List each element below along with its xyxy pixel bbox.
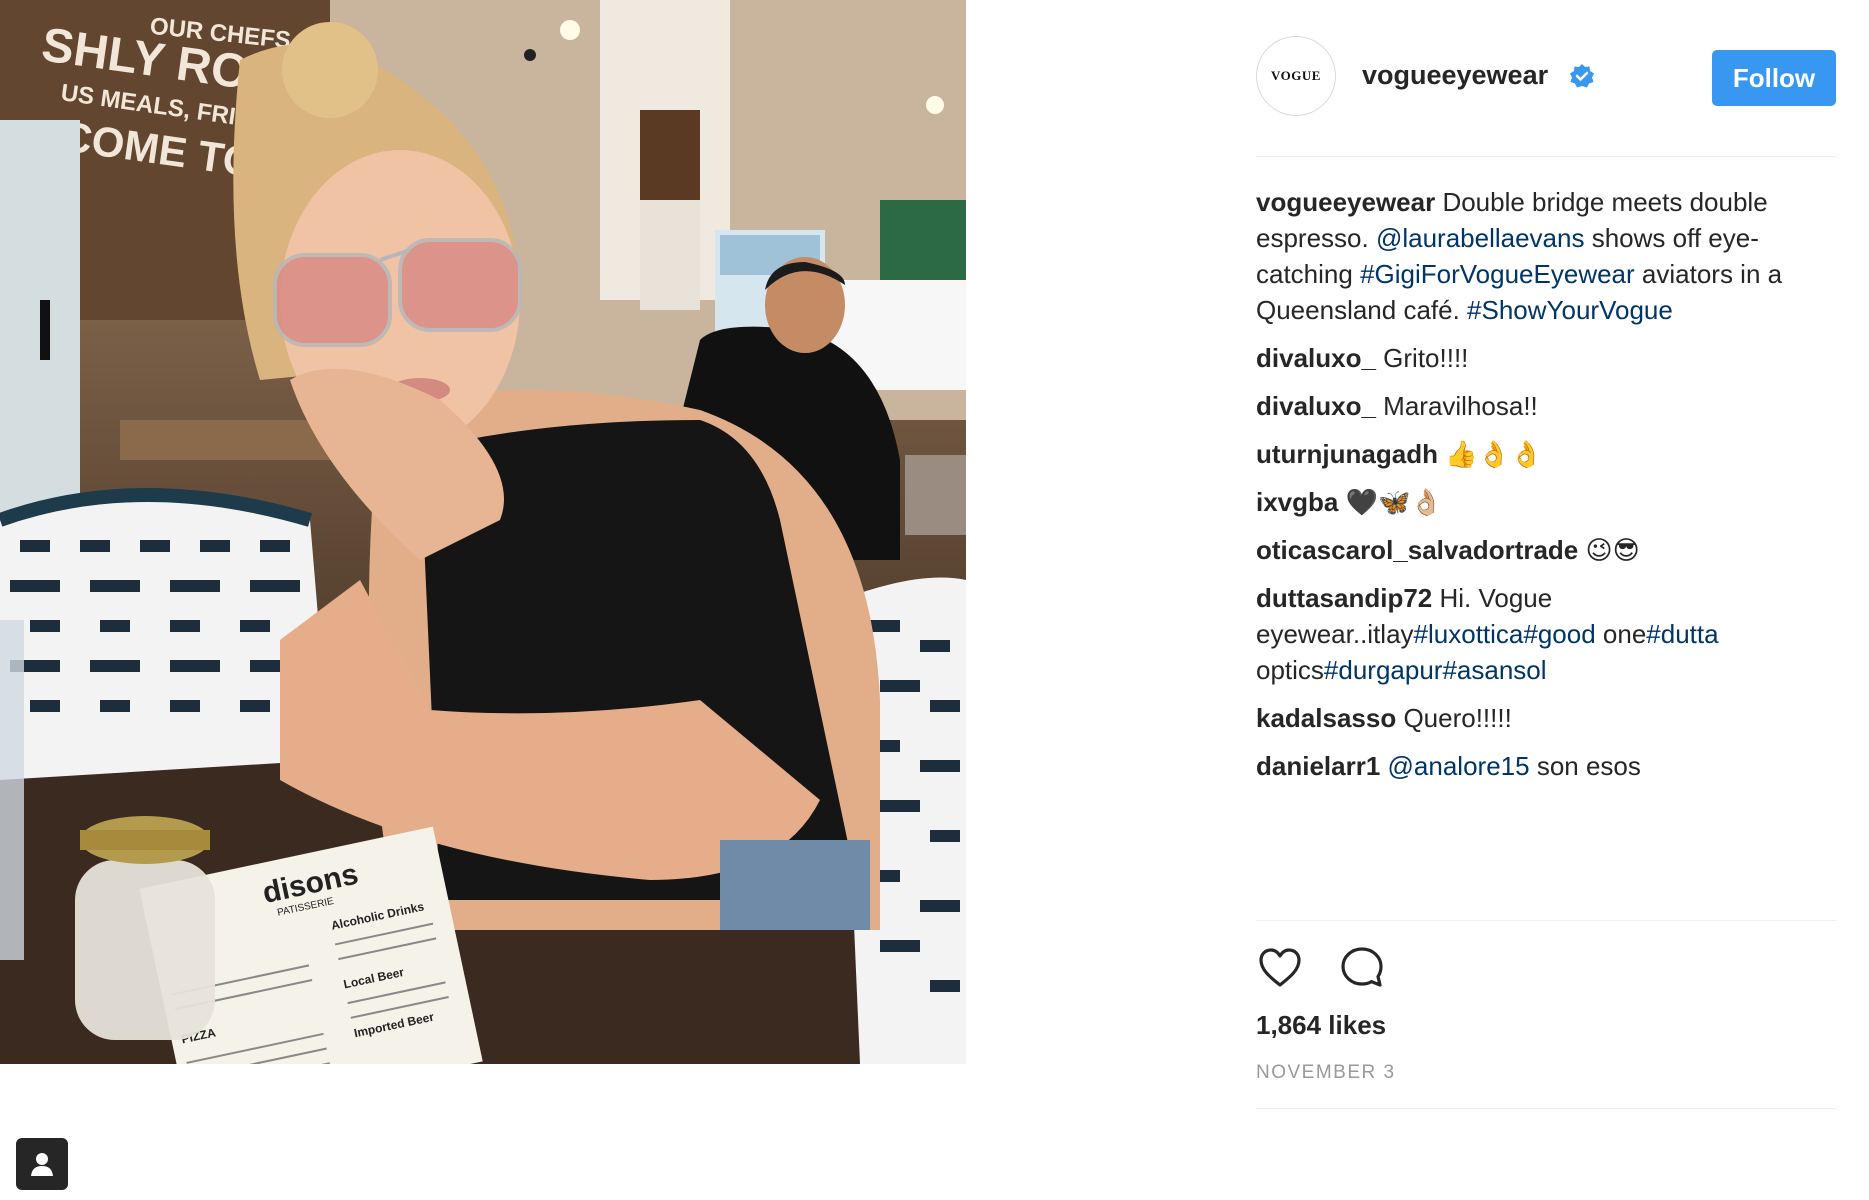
mention-or-hashtag-link[interactable]: #durgapur [1324,655,1443,685]
comments-list: vogueeyewear Double bridge meets double … [1256,184,1836,796]
post-sidebar: VOGUE vogueeyewear Follow vogueeyewear D… [1256,0,1836,1200]
mention-or-hashtag-link[interactable]: #luxottica [1414,619,1524,649]
verified-badge-icon [1570,64,1594,88]
comment-item: danielarr1 @analore15 son esos [1256,748,1836,784]
photo-illustration: OUR CHEFS AT SHLY ROAST US MEALS, FRIEND… [0,0,966,1064]
mention-or-hashtag-link[interactable]: @analore15 [1388,751,1530,781]
comment-text: 👍👌👌 [1437,439,1543,469]
comment-text [1380,751,1387,781]
comment-username[interactable]: kadalsasso [1256,703,1396,733]
comment-username[interactable]: divaluxo_ [1256,391,1376,421]
mention-or-hashtag-link[interactable]: @laurabellaevans [1376,223,1585,253]
speech-bubble-icon[interactable] [1338,944,1386,992]
avatar[interactable]: VOGUE [1256,36,1336,116]
post-caption: vogueeyewear Double bridge meets double … [1256,184,1836,328]
person-icon [31,1153,53,1176]
comment-item: duttasandip72 Hi. Vogue eyewear..itlay#l… [1256,580,1836,688]
comment-username[interactable]: vogueeyewear [1256,187,1435,217]
comment-item: uturnjunagadh 👍👌👌 [1256,436,1836,472]
footer-divider [1256,1108,1836,1109]
post-header: VOGUE vogueeyewear Follow [1256,36,1836,120]
header-divider [1256,156,1836,157]
mention-or-hashtag-link[interactable]: #dutta [1646,619,1718,649]
comment-username[interactable]: duttasandip72 [1256,583,1432,613]
comment-text: 🖤🦋👌🏼 [1338,487,1443,517]
comment-username[interactable]: oticascarol_salvadortrade [1256,535,1578,565]
mention-or-hashtag-link[interactable]: #ShowYourVogue [1467,295,1673,325]
comment-username[interactable]: divaluxo_ [1256,343,1376,373]
mention-or-hashtag-link[interactable]: #good [1523,619,1595,649]
comment-item: kadalsasso Quero!!!!! [1256,700,1836,736]
mention-or-hashtag-link[interactable]: #asansol [1442,655,1546,685]
comment-text: Quero!!!!! [1396,703,1512,733]
avatar-logo-text: VOGUE [1271,68,1321,83]
actions-divider [1256,920,1836,921]
comment-item: divaluxo_ Grito!!!! [1256,340,1836,376]
comment-text: Grito!!!! [1375,343,1469,373]
comment-item: ixvgba 🖤🦋👌🏼 [1256,484,1836,520]
comment-text: 😉😎 [1578,535,1640,565]
post-photo[interactable]: OUR CHEFS AT SHLY ROAST US MEALS, FRIEND… [0,0,966,1064]
comment-username[interactable]: uturnjunagadh [1256,439,1438,469]
comment-text: son esos [1529,751,1641,781]
comment-item: divaluxo_ Maravilhosa!! [1256,388,1836,424]
comment-text: one [1595,619,1647,649]
tagged-users-button[interactable] [16,1138,68,1190]
comment-item: oticascarol_salvadortrade 😉😎 [1256,532,1836,568]
comment-text: Maravilhosa!! [1375,391,1538,421]
likes-count[interactable]: 1,864 likes [1256,1010,1386,1041]
comment-text: optics [1256,655,1324,685]
post-date[interactable]: NOVEMBER 3 [1256,1062,1396,1084]
mention-or-hashtag-link[interactable]: #GigiForVogueEyewear [1360,259,1635,289]
comment-username[interactable]: danielarr1 [1256,751,1380,781]
heart-outline-icon[interactable] [1256,944,1304,992]
comment-username[interactable]: ixvgba [1256,487,1338,517]
account-username[interactable]: vogueeyewear [1362,60,1548,91]
follow-button[interactable]: Follow [1712,50,1836,106]
